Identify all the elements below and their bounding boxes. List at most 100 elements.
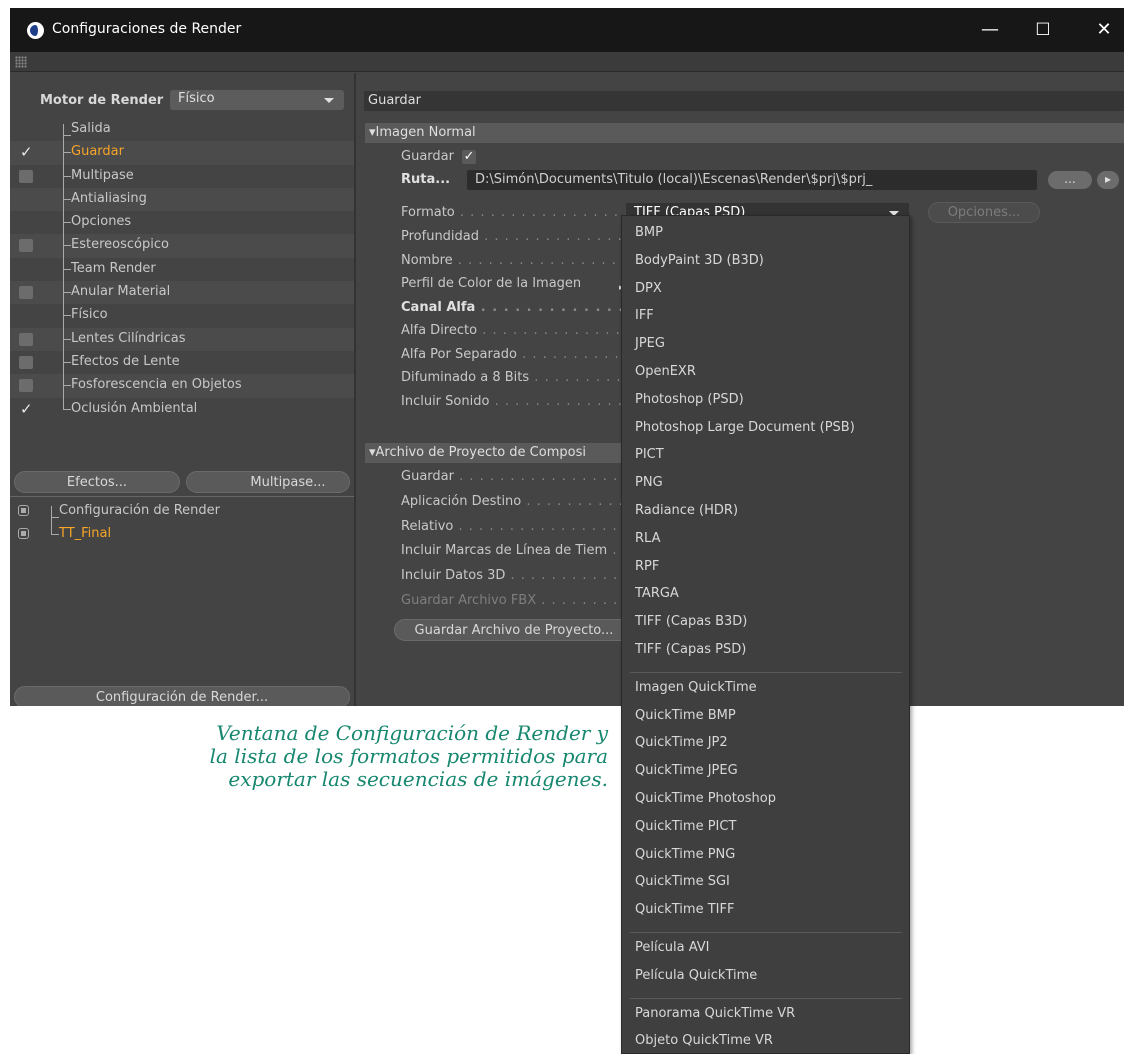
format-option[interactable]: TIFF (Capas PSD) xyxy=(635,642,746,657)
enable-checkbox[interactable] xyxy=(19,239,33,253)
path-browse-button[interactable]: ... xyxy=(1048,171,1092,189)
format-option[interactable]: BMP xyxy=(635,225,663,240)
options-button[interactable]: Opciones... xyxy=(928,202,1040,223)
property-label: Guardar Archivo FBX xyxy=(401,593,537,608)
format-option[interactable]: IFF xyxy=(635,308,654,323)
format-option[interactable]: BodyPaint 3D (B3D) xyxy=(635,253,764,268)
format-option[interactable]: Película AVI xyxy=(635,940,709,955)
format-option[interactable]: QuickTime SGI xyxy=(635,874,730,889)
format-label: Formato xyxy=(401,205,455,220)
property-label: Guardar xyxy=(401,469,454,484)
preset-icon xyxy=(18,528,29,539)
path-field[interactable]: D:\Simón\Documents\Titulo (local)\Escena… xyxy=(467,170,1037,190)
maximize-button[interactable]: ☐ xyxy=(1023,14,1063,46)
toolbar xyxy=(10,52,1124,72)
settings-list-item[interactable]: Físico xyxy=(10,304,354,328)
leader-dots: . . . . . . . . . . . . . . . . . xyxy=(454,205,630,220)
property-label: Relativo xyxy=(401,518,454,534)
property-label: Incluir Marcas de Línea de Tiem xyxy=(401,543,608,559)
format-option[interactable]: QuickTime Photoshop xyxy=(635,791,776,806)
format-option[interactable]: Photoshop Large Document (PSB) xyxy=(635,420,855,435)
tree-line xyxy=(63,187,71,212)
format-option[interactable]: Radiance (HDR) xyxy=(635,503,738,518)
property-row[interactable]: Nombre . . . . . . . . . . . . . . . . .… xyxy=(401,253,658,273)
preset-item[interactable]: TT_Final xyxy=(10,523,354,546)
guardar-label: Guardar xyxy=(401,149,454,164)
format-option[interactable]: TARGA xyxy=(635,586,679,601)
render-settings-button[interactable]: Configuración de Render... xyxy=(14,686,350,706)
settings-list-item-label: Multipase xyxy=(71,167,134,183)
tree-line xyxy=(63,234,71,258)
format-option[interactable]: JPEG xyxy=(635,336,665,351)
effects-button[interactable]: Efectos... xyxy=(14,471,180,493)
format-option[interactable]: RLA xyxy=(635,531,660,546)
format-option[interactable]: QuickTime PICT xyxy=(635,819,736,834)
guardar-checkbox[interactable]: ✓ xyxy=(462,150,477,164)
enable-checkbox[interactable] xyxy=(19,355,33,369)
enable-checkbox[interactable] xyxy=(19,169,33,183)
format-option[interactable]: QuickTime JP2 xyxy=(635,735,728,750)
tree-line xyxy=(63,211,71,235)
settings-list-item[interactable]: Opciones xyxy=(10,211,354,235)
close-button[interactable]: ✕ xyxy=(1084,14,1124,46)
format-option[interactable]: QuickTime TIFF xyxy=(635,902,734,917)
property-row[interactable]: Perfil de Color de la Imagen xyxy=(401,276,581,296)
section-imagen-normal[interactable]: ▾Imagen Normal xyxy=(365,123,1124,143)
enable-checkbox[interactable] xyxy=(19,143,33,161)
settings-list-item[interactable]: Anular Material xyxy=(10,281,354,305)
path-menu-arrow-icon[interactable]: ▸ xyxy=(1097,171,1119,189)
multipass-button[interactable]: Multipase... xyxy=(186,471,350,493)
settings-list-item[interactable]: Antialiasing xyxy=(10,187,354,212)
format-option[interactable]: PICT xyxy=(635,447,664,462)
render-engine-select[interactable]: Físico xyxy=(170,90,344,110)
settings-list-item[interactable]: Multipase xyxy=(10,164,354,188)
settings-list-item[interactable]: Lentes Cilíndricas xyxy=(10,327,354,351)
format-option[interactable]: DPX xyxy=(635,281,662,296)
settings-list-item[interactable]: Oclusión Ambiental xyxy=(10,397,354,421)
enable-checkbox[interactable] xyxy=(19,379,33,393)
enable-checkbox[interactable] xyxy=(19,286,33,300)
format-option[interactable]: Panorama QuickTime VR xyxy=(635,1006,795,1021)
format-option[interactable]: PNG xyxy=(635,475,663,490)
enable-checkbox[interactable] xyxy=(19,332,33,346)
settings-list-item[interactable]: Guardar xyxy=(10,141,354,165)
grip-handle-icon[interactable] xyxy=(15,56,27,68)
title-bar[interactable]: Configuraciones de Render — ☐ ✕ xyxy=(10,8,1124,52)
settings-list-item[interactable]: Efectos de Lente xyxy=(10,350,354,375)
settings-list-item[interactable]: Team Render xyxy=(10,257,354,282)
property-label: Difuminado a 8 Bits xyxy=(401,370,530,385)
settings-list-item[interactable]: Estereoscópico xyxy=(10,234,354,258)
settings-list-item[interactable]: Fosforescencia en Objetos xyxy=(10,374,354,398)
path-label[interactable]: Ruta... xyxy=(401,172,450,192)
settings-list-item-label: Estereoscópico xyxy=(71,237,169,253)
caption-line: Ventana de Configuración de Render y xyxy=(216,721,608,745)
format-option[interactable]: QuickTime BMP xyxy=(635,708,736,723)
format-option[interactable]: RPF xyxy=(635,559,659,574)
preset-item-label: Configuración de Render xyxy=(59,503,221,518)
format-option[interactable]: Imagen QuickTime xyxy=(635,680,757,695)
format-option[interactable]: Película QuickTime xyxy=(635,968,757,983)
tree-line xyxy=(63,304,71,328)
tree-line xyxy=(63,374,71,398)
format-option[interactable]: TIFF (Capas B3D) xyxy=(635,614,747,629)
settings-list-item-label: Fosforescencia en Objetos xyxy=(71,377,242,393)
settings-list-item-label: Anular Material xyxy=(71,284,171,300)
settings-list-item-label: Opciones xyxy=(71,214,132,230)
preset-item[interactable]: Configuración de Render xyxy=(10,500,354,523)
render-engine-value: Físico xyxy=(178,91,215,106)
tree-line xyxy=(63,141,71,165)
enable-checkbox[interactable] xyxy=(19,400,33,418)
format-option[interactable]: QuickTime PNG xyxy=(635,847,735,862)
minimize-button[interactable]: — xyxy=(970,14,1010,46)
settings-list-item[interactable]: Salida xyxy=(10,118,354,142)
tree-line xyxy=(63,397,71,410)
format-row: Formato . . . . . . . . . . . . . . . . … xyxy=(401,205,629,225)
tree-line xyxy=(63,327,71,351)
tree-line xyxy=(63,281,71,305)
format-option[interactable]: QuickTime JPEG xyxy=(635,763,738,778)
format-option[interactable]: Objeto QuickTime VR xyxy=(635,1033,773,1048)
section-project-file[interactable]: ▾Archivo de Proyecto de Composi xyxy=(365,443,624,463)
format-option[interactable]: OpenEXR xyxy=(635,364,696,379)
format-option[interactable]: Photoshop (PSD) xyxy=(635,392,744,407)
save-project-file-button[interactable]: Guardar Archivo de Proyecto... xyxy=(394,619,634,641)
